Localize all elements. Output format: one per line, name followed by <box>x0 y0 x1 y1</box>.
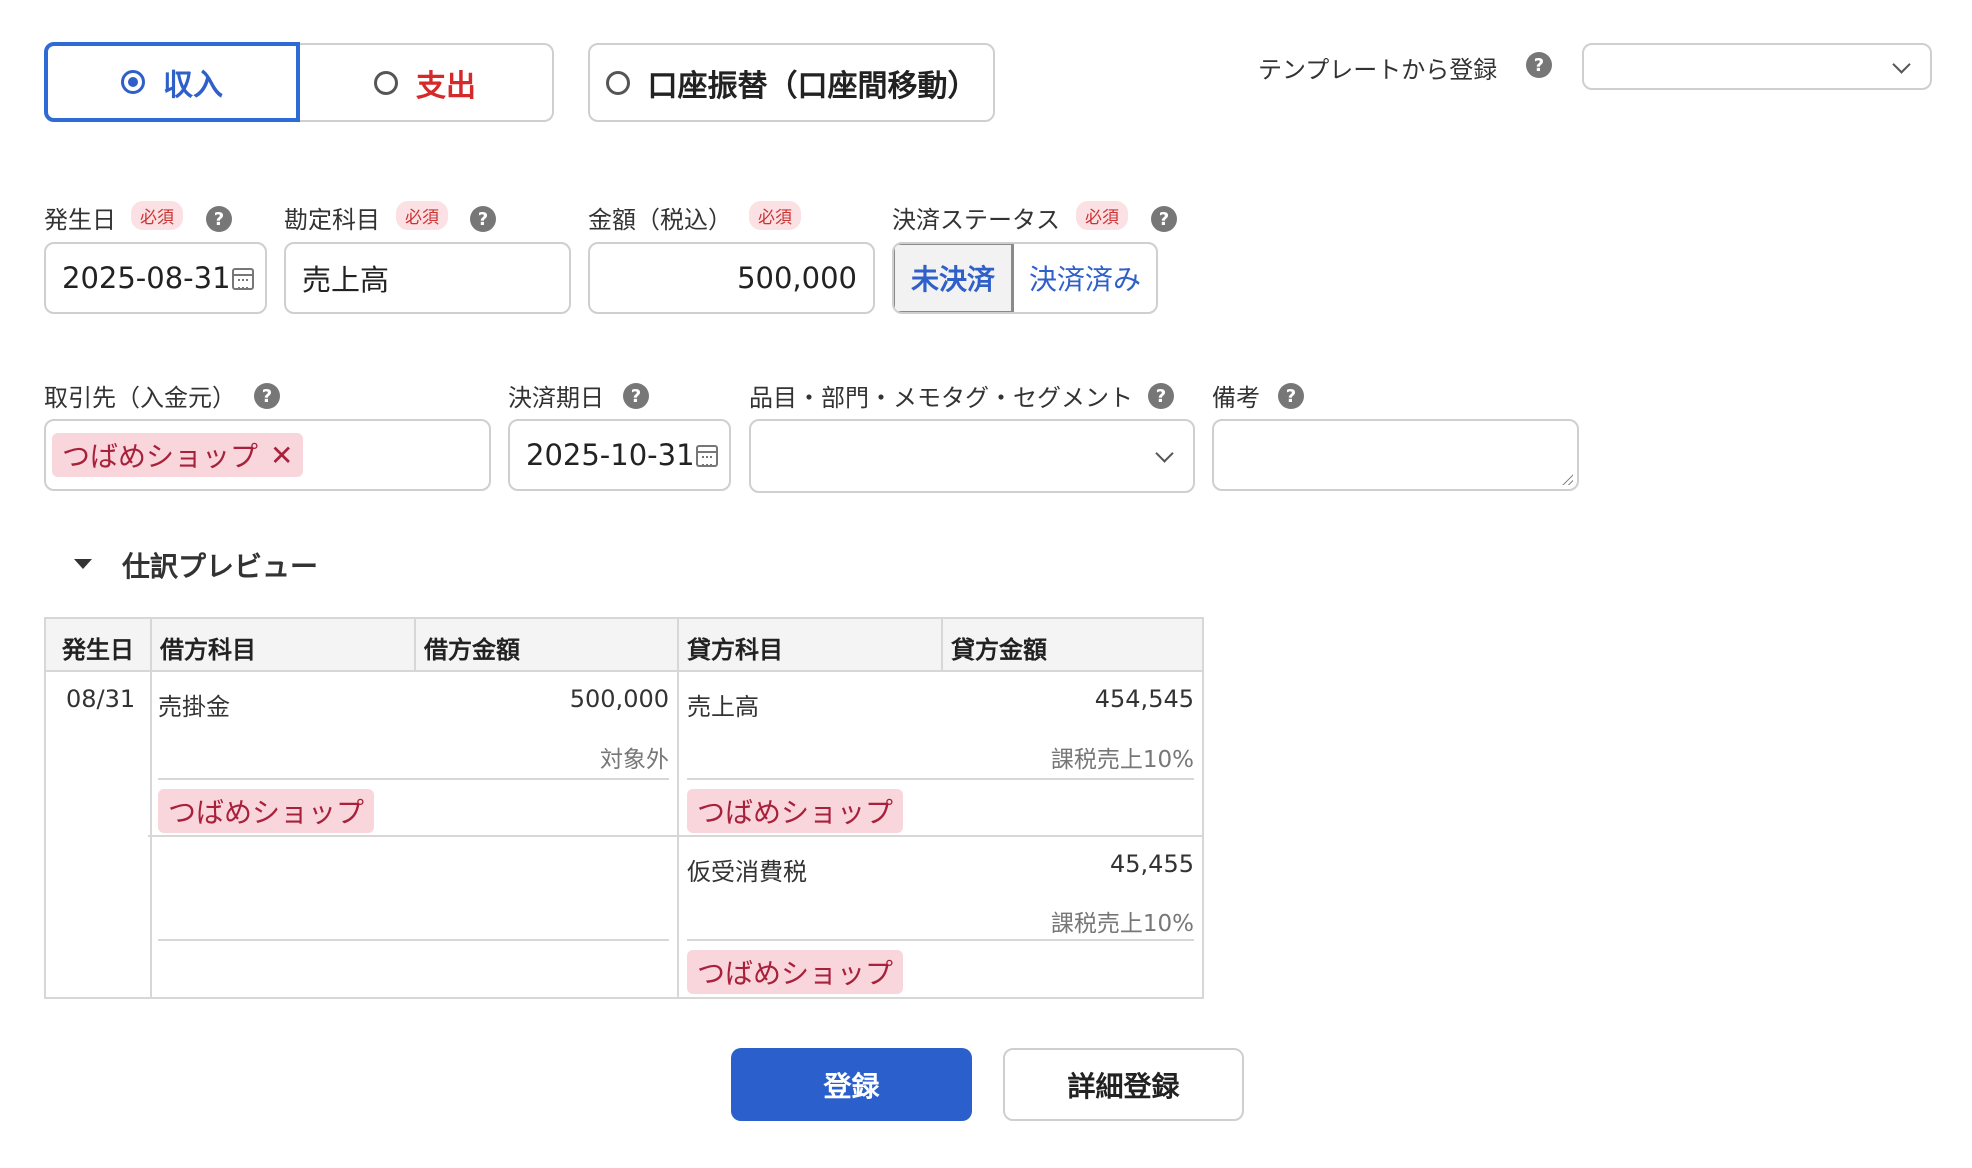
memo-textarea[interactable] <box>1212 419 1579 491</box>
row-divider <box>158 939 669 941</box>
credit-account: 仮受消費税 <box>687 858 807 886</box>
credit-amount: 454,545 <box>1094 685 1194 713</box>
help-icon[interactable]: ? <box>206 206 232 232</box>
column-divider <box>941 619 943 672</box>
template-label: テンプレートから登録 <box>1258 56 1498 84</box>
credit-account: 売上高 <box>687 693 759 721</box>
remove-tag-icon[interactable]: ✕ <box>270 439 293 472</box>
items-label: 品目・部門・メモタグ・セグメント <box>749 384 1133 412</box>
required-badge: 必須 <box>396 201 448 230</box>
partner-label: 取引先（入金元） <box>44 384 236 412</box>
tab-expense-label: 支出 <box>416 68 476 104</box>
help-icon[interactable]: ? <box>1526 52 1552 78</box>
caret-down-icon <box>74 559 92 569</box>
debit-tax: 対象外 <box>600 747 669 773</box>
due-date-label: 決済期日 <box>508 384 604 412</box>
radio-selected-icon <box>121 70 145 94</box>
debit-account: 売掛金 <box>158 693 230 721</box>
status-paid-button[interactable]: 決済済み <box>1014 244 1156 312</box>
header-credit-account: 貸方科目 <box>687 636 783 664</box>
debit-cell: 売掛金 500,000 対象外 つばめショップ <box>148 674 679 997</box>
required-badge: 必須 <box>131 201 183 230</box>
tab-expense[interactable]: 支出 <box>298 43 554 122</box>
partner-tag: つばめショップ ✕ <box>52 433 304 477</box>
row-divider <box>687 939 1194 941</box>
account-label: 勘定科目 <box>284 206 380 234</box>
required-badge: 必須 <box>1076 201 1128 230</box>
entry-date: 08/31 <box>66 685 136 713</box>
calendar-icon[interactable] <box>232 268 254 290</box>
header-debit-account: 借方科目 <box>160 636 256 664</box>
tab-transfer-label: 口座振替（口座間移動） <box>647 68 978 104</box>
chevron-down-icon <box>1892 55 1911 74</box>
amount-label: 金額（税込） <box>588 206 732 234</box>
header-credit-amount: 貸方金額 <box>951 636 1047 664</box>
date-input[interactable]: 2025-08-31 <box>44 242 267 314</box>
chevron-down-icon <box>1155 444 1174 463</box>
journal-preview-table: 発生日 借方科目 借方金額 貸方科目 貸方金額 08/31 売掛金 500,00… <box>44 617 1204 999</box>
debit-partner-tag: つばめショップ <box>158 789 375 833</box>
radio-icon <box>374 70 398 95</box>
radio-icon <box>605 70 630 95</box>
debit-amount: 500,000 <box>569 685 669 713</box>
items-select[interactable] <box>749 419 1195 493</box>
credit-cell: 売上高 454,545 課税売上10% つばめショップ 仮受消費税 45,455… <box>677 674 1202 997</box>
header-debit-amount: 借方金額 <box>424 636 520 664</box>
status-toggle: 未決済 決済済み <box>892 242 1158 314</box>
row-divider <box>148 835 679 837</box>
credit-partner-tag: つばめショップ <box>687 950 904 994</box>
header-date: 発生日 <box>62 636 134 664</box>
row-divider <box>677 835 1202 837</box>
help-icon[interactable]: ? <box>623 383 649 409</box>
status-unpaid-button[interactable]: 未決済 <box>894 244 1014 312</box>
credit-tax: 課税売上10% <box>1050 747 1194 773</box>
resize-handle-icon[interactable] <box>1561 473 1573 485</box>
partner-input[interactable]: つばめショップ ✕ <box>44 419 491 491</box>
help-icon[interactable]: ? <box>470 206 496 232</box>
memo-label: 備考 <box>1212 384 1260 412</box>
date-label: 発生日 <box>44 206 116 234</box>
account-input[interactable]: 売上高 <box>284 242 571 314</box>
help-icon[interactable]: ? <box>254 383 280 409</box>
help-icon[interactable]: ? <box>1151 206 1177 232</box>
preview-toggle[interactable] <box>74 559 92 569</box>
row-divider <box>158 778 669 780</box>
row-divider <box>687 778 1194 780</box>
calendar-icon[interactable] <box>696 445 718 467</box>
credit-amount: 45,455 <box>1110 850 1194 878</box>
template-select[interactable] <box>1582 43 1932 90</box>
help-icon[interactable]: ? <box>1278 383 1304 409</box>
due-date-input[interactable]: 2025-10-31 <box>508 419 731 491</box>
credit-partner-tag: つばめショップ <box>687 789 904 833</box>
help-icon[interactable]: ? <box>1148 383 1174 409</box>
column-divider <box>414 619 416 672</box>
detail-register-button[interactable]: 詳細登録 <box>1003 1048 1244 1121</box>
status-label: 決済ステータス <box>892 206 1060 234</box>
required-badge: 必須 <box>749 201 801 230</box>
credit-tax: 課税売上10% <box>1050 911 1194 937</box>
tab-transfer[interactable]: 口座振替（口座間移動） <box>588 43 995 122</box>
tab-income[interactable]: 収入 <box>44 42 300 122</box>
preview-title: 仕訳プレビュー <box>122 550 319 583</box>
tab-income-label: 収入 <box>163 68 223 103</box>
amount-input[interactable]: 500,000 <box>588 242 875 314</box>
register-button[interactable]: 登録 <box>731 1048 972 1121</box>
